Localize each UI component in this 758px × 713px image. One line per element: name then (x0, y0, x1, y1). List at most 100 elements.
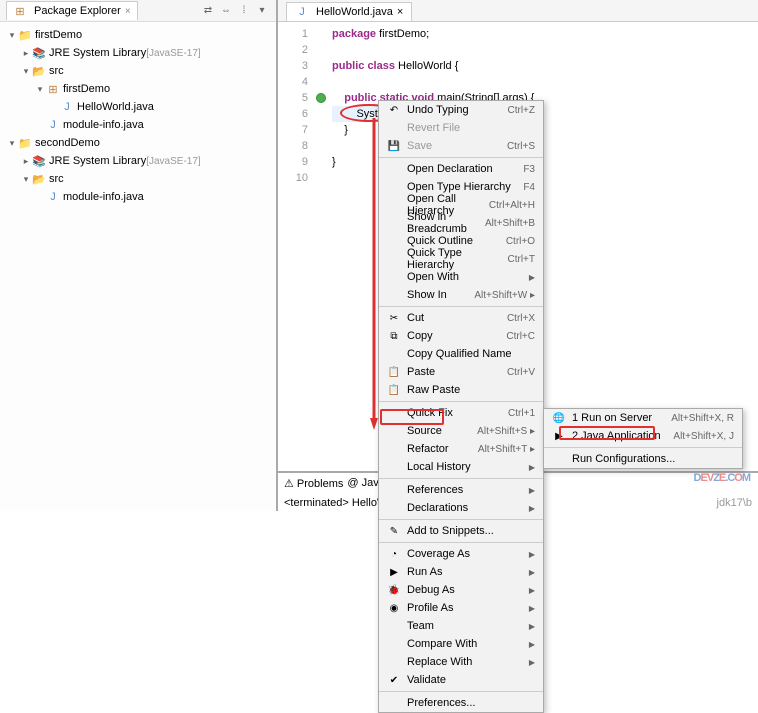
menu-item-revert-file[interactable]: Revert File (379, 119, 543, 137)
menu-item-run-as[interactable]: ▶Run As▶ (379, 563, 543, 581)
menu-icon (387, 460, 401, 474)
menu-icon: ▶ (387, 565, 401, 579)
menu-icon: 📋 (387, 383, 401, 397)
jdk-path-fragment: jdk17\b (717, 497, 752, 509)
package-explorer-header: ⊞ Package Explorer × ⇄ ⇔ ⁞ ▾ (0, 0, 276, 22)
java-icon: J (46, 118, 60, 132)
menu-icon: 🐞 (387, 583, 401, 597)
menu-item-profile-as[interactable]: ◉Profile As▶ (379, 599, 543, 617)
menu-icon (387, 696, 401, 710)
close-icon[interactable]: × (397, 6, 403, 18)
menu-item-copy[interactable]: ⧉CopyCtrl+C (379, 327, 543, 345)
menu-item-validate[interactable]: ✔Validate (379, 671, 543, 689)
tree-item[interactable]: ▾📂src (2, 62, 274, 80)
menu-icon: ◉ (387, 601, 401, 615)
menu-item-refactor[interactable]: RefactorAlt+Shift+T ▸ (379, 440, 543, 458)
tree-item[interactable]: Jmodule-info.java (2, 116, 274, 134)
menu-icon: ✎ (387, 524, 401, 538)
menu-item-paste[interactable]: 📋PasteCtrl+V (379, 363, 543, 381)
menu-item-add-to-snippets-[interactable]: ✎Add to Snippets... (379, 522, 543, 540)
menu-icon (387, 234, 401, 248)
menu-item-raw-paste[interactable]: 📋Raw Paste (379, 381, 543, 399)
tree-item[interactable]: ▸📚JRE System Library [JavaSE-17] (2, 44, 274, 62)
javadoc-tab[interactable]: @ Jav (347, 477, 378, 489)
java-file-icon: J (295, 5, 309, 19)
menu-icon (387, 501, 401, 515)
menu-item-quick-fix[interactable]: Quick FixCtrl+1 (379, 404, 543, 422)
run-as-submenu[interactable]: 🌐1 Run on ServerAlt+Shift+X, R▶2 Java Ap… (543, 408, 743, 469)
menu-item-debug-as[interactable]: 🐞Debug As▶ (379, 581, 543, 599)
menu-icon: ✔ (387, 673, 401, 687)
menu-icon: 📋 (387, 365, 401, 379)
menu-icon (387, 121, 401, 135)
menu-icon (387, 424, 401, 438)
menu-item-references[interactable]: References▶ (379, 481, 543, 499)
menu-icon (387, 406, 401, 420)
src-icon: 📂 (32, 172, 46, 186)
tree-item[interactable]: ▾📁secondDemo (2, 134, 274, 152)
tree-item[interactable]: ▸📚JRE System Library [JavaSE-17] (2, 152, 274, 170)
menu-item-show-in-breadcrumb[interactable]: Show in BreadcrumbAlt+Shift+B (379, 214, 543, 232)
menu-item-replace-with[interactable]: Replace With▶ (379, 653, 543, 671)
project-tree[interactable]: ▾📁firstDemo▸📚JRE System Library [JavaSE-… (0, 22, 276, 511)
marker-column (314, 22, 328, 511)
lib-icon: 📚 (32, 46, 46, 60)
menu-item-coverage-as[interactable]: ◔Coverage As▶ (379, 545, 543, 563)
menu-icon (387, 198, 401, 212)
menu-item-preferences-[interactable]: Preferences... (379, 694, 543, 712)
menu-item-team[interactable]: Team▶ (379, 617, 543, 635)
java-icon: J (46, 190, 60, 204)
view-menu-icon[interactable]: ▾ (254, 3, 270, 19)
line-number-gutter: 12345678910 (278, 22, 314, 511)
tree-item[interactable]: ▾⊞firstDemo (2, 80, 274, 98)
menu-icon (387, 483, 401, 497)
menu-icon (387, 619, 401, 633)
menu-icon (387, 252, 401, 266)
menu-item-show-in[interactable]: Show InAlt+Shift+W ▸ (379, 286, 543, 304)
link-editor-icon[interactable]: ⇔ (218, 3, 234, 19)
menu-item-compare-with[interactable]: Compare With▶ (379, 635, 543, 653)
menu-icon: ⧉ (387, 329, 401, 343)
menu-icon (387, 216, 401, 230)
menu-item-open-with[interactable]: Open With▶ (379, 268, 543, 286)
package-explorer-title: Package Explorer (34, 5, 121, 17)
menu-icon: ↶ (387, 103, 401, 117)
menu-icon: ◔ (387, 547, 401, 561)
editor-tab[interactable]: J HelloWorld.java × (286, 2, 412, 21)
run-configurations[interactable]: Run Configurations... (544, 450, 742, 468)
package-explorer-tab[interactable]: ⊞ Package Explorer × (6, 1, 138, 20)
menu-item-declarations[interactable]: Declarations▶ (379, 499, 543, 517)
tree-item[interactable]: ▾📂src (2, 170, 274, 188)
menu-item-quick-type-hierarchy[interactable]: Quick Type HierarchyCtrl+T (379, 250, 543, 268)
editor-tab-bar: J HelloWorld.java × (278, 0, 758, 22)
collapse-icon[interactable]: ⇄ (200, 3, 216, 19)
package-icon: ⊞ (13, 4, 27, 18)
menu-item-cut[interactable]: ✂CutCtrl+X (379, 309, 543, 327)
close-icon[interactable]: × (125, 6, 131, 17)
editor-tab-title: HelloWorld.java (316, 6, 393, 18)
menu-icon (387, 270, 401, 284)
menu-item-local-history[interactable]: Local History▶ (379, 458, 543, 476)
tree-item[interactable]: ▾📁firstDemo (2, 26, 274, 44)
context-menu[interactable]: ↶Undo TypingCtrl+ZRevert File💾SaveCtrl+S… (378, 100, 544, 713)
menu-item-save[interactable]: 💾SaveCtrl+S (379, 137, 543, 155)
filter-icon[interactable]: ⁞ (236, 3, 252, 19)
pkg-icon: ⊞ (46, 82, 60, 96)
terminated-label: <terminated> HelloW (284, 497, 387, 509)
menu-icon (387, 288, 401, 302)
menu-item-source[interactable]: SourceAlt+Shift+S ▸ (379, 422, 543, 440)
run-marker-icon[interactable] (316, 93, 326, 103)
menu-item-undo-typing[interactable]: ↶Undo TypingCtrl+Z (379, 101, 543, 119)
tree-item[interactable]: JHelloWorld.java (2, 98, 274, 116)
submenu-item[interactable]: 🌐1 Run on ServerAlt+Shift+X, R (544, 409, 742, 427)
menu-icon (387, 162, 401, 176)
menu-item-copy-qualified-name[interactable]: Copy Qualified Name (379, 345, 543, 363)
problems-tab[interactable]: ⚠ Problems (284, 477, 343, 490)
menu-item-open-declaration[interactable]: Open DeclarationF3 (379, 160, 543, 178)
package-explorer-toolbar: ⇄ ⇔ ⁞ ▾ (200, 3, 270, 19)
tree-item[interactable]: Jmodule-info.java (2, 188, 274, 206)
menu-icon (387, 442, 401, 456)
submenu-item[interactable]: ▶2 Java ApplicationAlt+Shift+X, J (544, 427, 742, 445)
lib-icon: 📚 (32, 154, 46, 168)
menu-icon: ✂ (387, 311, 401, 325)
